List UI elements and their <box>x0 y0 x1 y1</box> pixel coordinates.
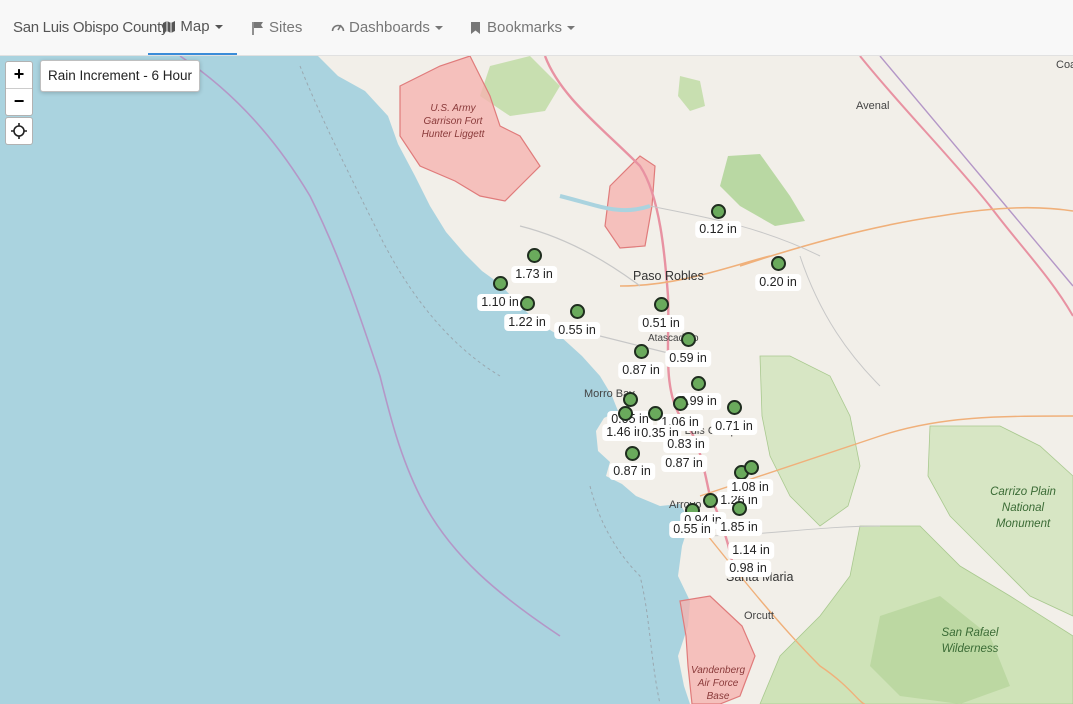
chevron-down-icon <box>567 25 576 30</box>
rain-site-marker[interactable] <box>732 501 747 516</box>
map-basemap <box>0 56 1073 704</box>
app-brand[interactable]: San Luis Obispo County <box>13 19 168 36</box>
place-paso-robles: Paso Robles <box>633 269 704 283</box>
rain-site-marker[interactable] <box>648 406 663 421</box>
nav-sites-label: Sites <box>269 19 303 36</box>
rain-value-label[interactable]: 0.20 in <box>755 274 801 291</box>
rain-value-label[interactable]: 0.55 in <box>554 322 600 339</box>
rain-value-label[interactable]: 1.73 in <box>511 266 557 283</box>
nav-sites[interactable]: Sites <box>251 0 302 55</box>
chevron-down-icon <box>434 25 443 30</box>
nav-bookmarks-dropdown[interactable]: Bookmarks <box>469 0 576 55</box>
rain-value-label[interactable]: 0.83 in <box>663 436 709 453</box>
place-coalinga: Coalinga <box>1056 59 1073 71</box>
zoom-in-button[interactable]: + <box>6 62 32 89</box>
layer-title-label: Rain Increment - 6 Hour <box>40 60 201 92</box>
rain-site-marker[interactable] <box>654 297 669 312</box>
place-orcutt: Orcutt <box>744 610 774 622</box>
rain-site-marker[interactable] <box>570 304 585 319</box>
nav-dashboards-label: Dashboards <box>349 19 430 36</box>
rain-value-label[interactable]: 0.87 in <box>661 455 707 472</box>
map-canvas[interactable]: + − Rain Increment - 6 Hour Avenal Coali… <box>0 56 1073 704</box>
chevron-down-icon <box>214 24 223 29</box>
rain-site-marker[interactable] <box>711 204 726 219</box>
rain-value-label[interactable]: 0.51 in <box>638 315 684 332</box>
rain-value-label[interactable]: 1.08 in <box>727 479 773 496</box>
bookmark-icon <box>471 21 480 34</box>
rain-value-label[interactable]: 0.12 in <box>695 221 741 238</box>
place-avenal: Avenal <box>856 100 890 112</box>
area-san-rafael-wilderness: San Rafael Wilderness <box>941 627 999 655</box>
rain-site-marker[interactable] <box>520 296 535 311</box>
top-navbar: San Luis Obispo County Map Sites Dashboa… <box>0 0 1073 56</box>
map-icon <box>163 20 176 33</box>
zoom-out-button[interactable]: − <box>6 89 32 115</box>
nav-dashboards-dropdown[interactable]: Dashboards <box>331 0 443 55</box>
rain-value-label[interactable]: 1.14 in <box>728 542 774 559</box>
zoom-control: + − <box>5 61 33 116</box>
rain-site-marker[interactable] <box>634 344 649 359</box>
rain-value-label[interactable]: 1.22 in <box>504 314 550 331</box>
rain-value-label[interactable]: 0.71 in <box>711 418 757 435</box>
nav-bookmarks-label: Bookmarks <box>487 19 563 36</box>
rain-value-label[interactable]: 0.98 in <box>725 560 771 577</box>
rain-value-label[interactable]: 0.87 in <box>609 463 655 480</box>
area-fort-hunter-liggett: U.S. Army Garrison Fort Hunter Liggett <box>421 103 485 140</box>
rain-site-marker[interactable] <box>623 392 638 407</box>
rain-site-marker[interactable] <box>527 248 542 263</box>
area-vandenberg-afb: Vandenberg Air Force Base <box>690 665 746 702</box>
nav-map-dropdown[interactable]: Map <box>148 0 237 55</box>
rain-value-label[interactable]: 0.59 in <box>665 350 711 367</box>
rain-value-label[interactable]: 1.10 in <box>477 294 523 311</box>
rain-site-marker[interactable] <box>703 493 718 508</box>
rain-site-marker[interactable] <box>744 460 759 475</box>
rain-value-label[interactable]: 0.87 in <box>618 362 664 379</box>
rain-site-marker[interactable] <box>681 332 696 347</box>
rain-site-marker[interactable] <box>771 256 786 271</box>
area-carrizo-plain: Carrizo Plain National Monument <box>990 486 1056 530</box>
rain-site-marker[interactable] <box>673 396 688 411</box>
rain-value-label[interactable]: 1.85 in <box>716 519 762 536</box>
rain-site-marker[interactable] <box>691 376 706 391</box>
flag-icon <box>252 21 263 35</box>
nav-map-label: Map <box>180 18 210 35</box>
rain-value-label[interactable]: 0.55 in <box>669 521 715 538</box>
rain-site-marker[interactable] <box>727 400 742 415</box>
rain-site-marker[interactable] <box>618 406 633 421</box>
rain-site-marker[interactable] <box>625 446 640 461</box>
rain-site-marker[interactable] <box>493 276 508 291</box>
dashboard-gauge-icon <box>331 24 345 31</box>
locate-button[interactable] <box>5 117 33 145</box>
crosshair-icon <box>11 123 27 139</box>
